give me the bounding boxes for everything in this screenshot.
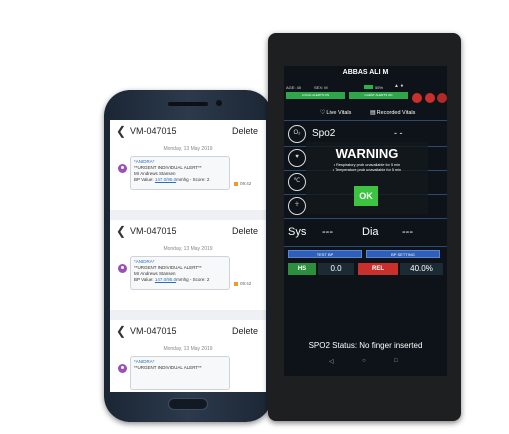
message-date: Monday, 13 May 2019	[163, 246, 213, 252]
delete-button[interactable]: Delete	[232, 326, 258, 336]
tablet-device: ABBAS ALI M AGE: 40 SEX: M 55% ▲ ● LOCAL…	[268, 33, 461, 421]
alert-toggles: LOCAL ALERTS ON GUEST ALERTS ON	[286, 92, 408, 99]
warning-dialog: WARNING • Respiratory prob unavailable f…	[306, 142, 428, 214]
phone-speaker	[168, 102, 208, 106]
rel-value: 40.0%	[400, 263, 443, 275]
pulse-icon: ♥	[288, 149, 306, 167]
hs-label: HS	[288, 263, 316, 275]
heart-icon: ♡	[320, 110, 326, 116]
message-header: ❮ VM-047015 Delete	[110, 320, 266, 342]
spo2-value: - -	[394, 128, 403, 138]
bp-value-link[interactable]: 147.0/95.0	[155, 177, 176, 182]
message-sender-id: VM-047015	[130, 226, 177, 236]
local-alerts-toggle[interactable]: LOCAL ALERTS ON	[286, 92, 345, 99]
warning-title: WARNING	[335, 146, 399, 161]
message-date: Monday, 13 May 2019	[163, 346, 213, 352]
oxygen-icon: O₂	[288, 125, 306, 143]
bp-value-link[interactable]: 147.0/95.0	[155, 277, 176, 282]
nav-recents-icon[interactable]: □	[394, 358, 398, 364]
warning-line: • Temperature prob unavailable for 5 min	[332, 168, 402, 172]
nav-home-icon[interactable]: ○	[362, 358, 366, 364]
signal-icon: ▲ ●	[394, 83, 404, 89]
bp-setting-button[interactable]: BP SETTING	[366, 250, 440, 258]
message-time: 09:42	[240, 181, 252, 186]
sim-icon	[234, 282, 238, 286]
dia-value: ---	[402, 226, 413, 238]
tab-recorded-vitals[interactable]: ▤Recorded Vitals	[370, 109, 415, 116]
message-bubble[interactable]: *ANIDRA* **URGENT INDIVIDUAL ALERT**	[130, 356, 230, 390]
message-date: Monday, 13 May 2019	[163, 146, 213, 152]
back-arrow-icon[interactable]: ❮	[116, 224, 126, 238]
sys-value: ---	[322, 226, 333, 238]
message-bp-prefix: BP Value:	[134, 177, 155, 182]
message-header: ❮ VM-047015 Delete	[110, 220, 266, 242]
message-time: 09:42	[240, 281, 252, 286]
guest-alerts-toggle[interactable]: GUEST ALERTS ON	[349, 92, 408, 99]
avatar-icon	[118, 164, 127, 173]
spo2-status: SPO2 Status: No finger inserted	[308, 341, 423, 350]
clipboard-icon: ▤	[370, 110, 376, 116]
ok-button[interactable]: OK	[354, 186, 378, 206]
phone-screen: ❮ VM-047015 Delete Monday, 13 May 2019 *…	[110, 120, 266, 392]
vitals-tabs: ♡Live Vitals ▤Recorded Vitals	[284, 108, 447, 121]
back-arrow-icon[interactable]: ❮	[116, 324, 126, 338]
message-line: **URGENT INDIVIDUAL ALERT**	[134, 365, 202, 370]
message-sender-id: VM-047015	[130, 326, 177, 336]
patient-name: ABBAS ALI M	[342, 69, 389, 76]
message-sender-id: VM-047015	[130, 126, 177, 136]
message-divider	[110, 310, 266, 320]
sim-icon	[234, 182, 238, 186]
sys-label: Sys	[288, 226, 307, 238]
rel-label: REL	[358, 263, 398, 275]
nav-back-icon[interactable]: ◁	[329, 358, 334, 365]
message-header: ❮ VM-047015 Delete	[110, 120, 266, 142]
message-divider	[110, 210, 266, 220]
delete-button[interactable]: Delete	[232, 226, 258, 236]
thermometer-icon: ℃	[288, 173, 306, 191]
message-bp-suffix: mmhg - Score: 2	[176, 277, 210, 282]
back-arrow-icon[interactable]: ❮	[116, 124, 126, 138]
tablet-screen: ABBAS ALI M AGE: 40 SEX: M 55% ▲ ● LOCAL…	[284, 66, 447, 376]
spo2-label: Spo2	[312, 128, 336, 139]
message-bp-suffix: mmhg - Score: 2	[176, 177, 210, 182]
patient-sex: SEX: M	[314, 85, 328, 90]
phone-camera	[216, 100, 222, 106]
message-bp-prefix: BP Value:	[134, 277, 155, 282]
bp-buttons: TEST BP BP SETTING	[288, 250, 443, 258]
record-button[interactable]	[412, 93, 422, 103]
battery-icon	[364, 85, 373, 89]
warning-line: • Respiratory prob unavailable for 5 min	[333, 163, 401, 167]
avatar-icon	[118, 264, 127, 273]
dia-label: Dia	[362, 226, 379, 238]
tab-live-vitals[interactable]: ♡Live Vitals	[320, 109, 351, 116]
message-thread: ❮ VM-047015 Delete Monday, 13 May 2019 *…	[110, 320, 266, 392]
message-thread: ❮ VM-047015 Delete Monday, 13 May 2019 *…	[110, 120, 266, 210]
patient-age: AGE: 40	[286, 85, 302, 90]
blood-pressure-row: Sys --- Dia ---	[284, 218, 447, 247]
message-bubble[interactable]: *ANIDRA* **URGENT INDIVIDUAL ALERT** Mr …	[130, 256, 230, 290]
hs-value: 0.0	[318, 263, 354, 275]
avatar-icon	[118, 364, 127, 373]
message-thread: ❮ VM-047015 Delete Monday, 13 May 2019 *…	[110, 220, 266, 310]
smartphone: ❮ VM-047015 Delete Monday, 13 May 2019 *…	[104, 90, 272, 422]
android-nav-bar: ◁ ○ □	[284, 358, 447, 370]
hs-rel-row: HS 0.0 REL 40.0%	[288, 263, 443, 275]
lungs-icon: ☥	[288, 197, 306, 215]
message-bubble[interactable]: *ANIDRA* **URGENT INDIVIDUAL ALERT** Mr …	[130, 156, 230, 190]
power-button[interactable]	[437, 93, 447, 103]
home-button[interactable]	[168, 398, 208, 410]
test-bp-button[interactable]: TEST BP	[288, 250, 362, 258]
alarm-button[interactable]	[425, 93, 435, 103]
battery-level: 55%	[375, 85, 384, 90]
delete-button[interactable]: Delete	[232, 126, 258, 136]
